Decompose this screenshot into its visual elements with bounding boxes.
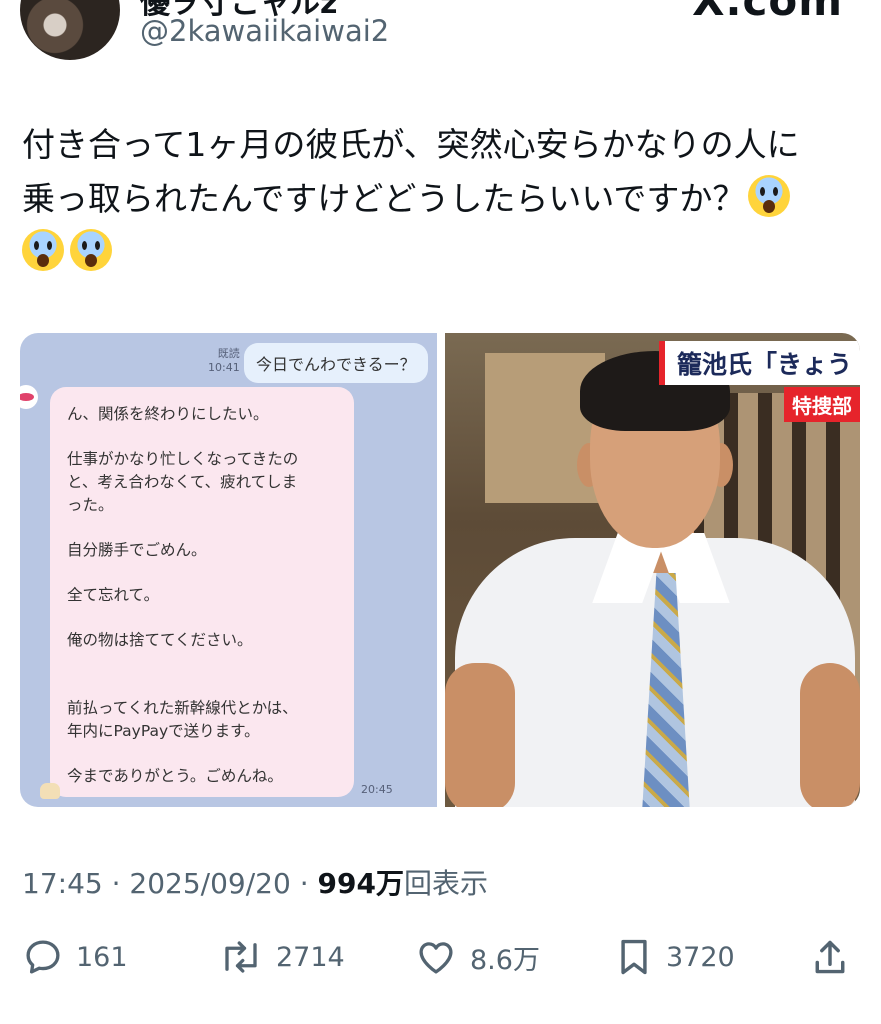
reply-button[interactable]: 161 bbox=[22, 930, 128, 984]
heart-icon bbox=[414, 936, 458, 978]
share-icon bbox=[810, 935, 850, 979]
repost-button[interactable]: 2714 bbox=[218, 930, 345, 984]
incoming-message: ん、関係を終わりにしたい。 仕事がかなり忙しくなってきたの と、考え合わなくて、… bbox=[50, 387, 354, 797]
like-button[interactable]: 8.6万 bbox=[414, 930, 540, 984]
message-line: 前払ってくれた新幹線代とかは、 年内にPayPayで送ります。 bbox=[67, 699, 298, 740]
avatar[interactable] bbox=[20, 0, 120, 60]
repost-count: 2714 bbox=[276, 941, 345, 973]
lips-avatar-icon bbox=[20, 385, 38, 409]
chat-screenshot-image[interactable]: 既読 10:41 今日でんわできるー？ ん、関係を終わりにしたい。 仕事がかなり… bbox=[20, 333, 437, 807]
reply-icon bbox=[22, 936, 64, 978]
read-receipt: 既読 10:41 bbox=[208, 347, 240, 374]
face-screaming-in-fear-icon bbox=[22, 229, 64, 271]
post-date: 2025/09/20 bbox=[129, 867, 291, 900]
user-handle[interactable]: @2kawaiikaiwai2 bbox=[140, 14, 389, 48]
message-line: 仕事がかなり忙しくなってきたの と、考え合わなくて、疲れてしま った。 bbox=[67, 450, 299, 514]
news-photo-image[interactable]: 籠池氏「きょう 特捜部 bbox=[445, 333, 860, 807]
post-time: 17:45 bbox=[22, 867, 103, 900]
tweet-meta: 17:45 · 2025/09/20 · 994万回表示 bbox=[22, 867, 488, 900]
bookmark-button[interactable]: 3720 bbox=[614, 930, 735, 984]
like-count: 8.6万 bbox=[470, 944, 540, 976]
reply-count: 161 bbox=[76, 941, 128, 973]
media-grid: 既読 10:41 今日でんわできるー？ ん、関係を終わりにしたい。 仕事がかなり… bbox=[20, 333, 860, 807]
message-line: 今までありがとう。ごめんね。 bbox=[67, 767, 283, 785]
face-screaming-in-fear-icon bbox=[70, 229, 112, 271]
news-caption: 籠池氏「きょう bbox=[658, 341, 860, 385]
action-bar: 161 2714 8.6万 3720 bbox=[22, 930, 862, 984]
brand-watermark: X.com bbox=[692, 0, 843, 25]
repost-icon bbox=[218, 936, 264, 978]
message-line: 自分勝手でごめん。 bbox=[67, 541, 207, 559]
tweet-line-1: 付き合って1ヶ月の彼氏が、突然心安らかなりの人に bbox=[22, 125, 800, 164]
message-line: ん、関係を終わりにしたい。 bbox=[67, 405, 269, 423]
tweet-line-2: 乗っ取られたんですけどどうしたらいいですか？ bbox=[22, 179, 746, 218]
view-count-label: 回表示 bbox=[403, 867, 488, 900]
cat-sticker-icon bbox=[40, 783, 60, 799]
message-time: 20:45 bbox=[361, 783, 393, 796]
bookmark-icon bbox=[614, 935, 654, 979]
outgoing-message: 今日でんわできるー？ bbox=[244, 343, 428, 383]
bookmark-count: 3720 bbox=[666, 941, 735, 973]
news-subcaption: 特捜部 bbox=[784, 387, 860, 422]
tweet-text: 付き合って1ヶ月の彼氏が、突然心安らかなりの人に 乗っ取られたんですけどどうした… bbox=[22, 118, 867, 280]
message-line: 俺の物は捨ててください。 bbox=[67, 631, 253, 649]
view-count: 994万 bbox=[317, 867, 404, 900]
share-button[interactable] bbox=[810, 930, 850, 984]
message-line: 全て忘れて。 bbox=[67, 586, 160, 604]
face-screaming-in-fear-icon bbox=[748, 175, 791, 217]
